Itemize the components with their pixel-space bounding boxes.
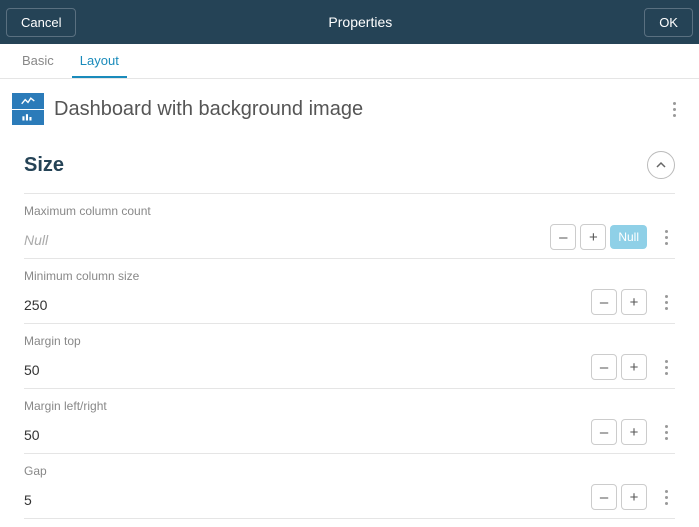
field-controls: – + <box>591 289 675 315</box>
field-menu-button[interactable] <box>657 295 675 310</box>
increment-button[interactable]: + <box>621 354 647 380</box>
field-max-column-count: Maximum column count Null – + Null <box>24 194 675 259</box>
field-margin-left-right: Margin left/right 50 – + <box>24 389 675 454</box>
field-controls: – + <box>591 419 675 445</box>
increment-button[interactable]: + <box>621 484 647 510</box>
section-title: Size <box>24 154 64 177</box>
section-header-size: Size <box>24 141 675 194</box>
null-button[interactable]: Null <box>610 225 647 249</box>
cancel-button[interactable]: Cancel <box>6 8 76 37</box>
field-menu-button[interactable] <box>657 425 675 440</box>
field-value[interactable]: 250 <box>24 297 47 315</box>
field-value[interactable]: Null <box>24 232 48 250</box>
decrement-button[interactable]: – <box>591 419 617 445</box>
decrement-button[interactable]: – <box>550 224 576 250</box>
page-title-row: Dashboard with background image <box>0 79 699 141</box>
field-menu-button[interactable] <box>657 230 675 245</box>
dialog-header: Cancel Properties OK <box>0 0 699 44</box>
field-value[interactable]: 50 <box>24 427 40 445</box>
ok-button[interactable]: OK <box>644 8 693 37</box>
decrement-button[interactable]: – <box>591 484 617 510</box>
field-label: Margin top <box>24 334 675 348</box>
field-menu-button[interactable] <box>657 360 675 375</box>
decrement-button[interactable]: – <box>591 289 617 315</box>
field-gap: Gap 5 – + <box>24 454 675 519</box>
decrement-button[interactable]: – <box>591 354 617 380</box>
field-value[interactable]: 5 <box>24 492 32 510</box>
field-value[interactable]: 50 <box>24 362 40 380</box>
field-controls: – + <box>591 484 675 510</box>
increment-button[interactable]: + <box>621 419 647 445</box>
chevron-up-icon <box>655 159 667 171</box>
content-area: Size Maximum column count Null – + Null … <box>0 141 699 519</box>
dashboard-icon <box>12 93 44 125</box>
field-label: Minimum column size <box>24 269 675 283</box>
increment-button[interactable]: + <box>621 289 647 315</box>
tab-layout[interactable]: Layout <box>72 44 127 78</box>
field-controls: – + <box>591 354 675 380</box>
field-label: Maximum column count <box>24 204 675 218</box>
increment-button[interactable]: + <box>580 224 606 250</box>
dialog-title: Properties <box>328 14 392 30</box>
field-label: Gap <box>24 464 675 478</box>
page-menu-button[interactable] <box>665 102 683 117</box>
field-menu-button[interactable] <box>657 490 675 505</box>
field-margin-top: Margin top 50 – + <box>24 324 675 389</box>
tab-bar: Basic Layout <box>0 44 699 79</box>
field-min-column-size: Minimum column size 250 – + <box>24 259 675 324</box>
tab-basic[interactable]: Basic <box>14 44 62 78</box>
page-title: Dashboard with background image <box>54 98 665 121</box>
collapse-button[interactable] <box>647 151 675 179</box>
field-label: Margin left/right <box>24 399 675 413</box>
field-controls: – + Null <box>550 224 675 250</box>
